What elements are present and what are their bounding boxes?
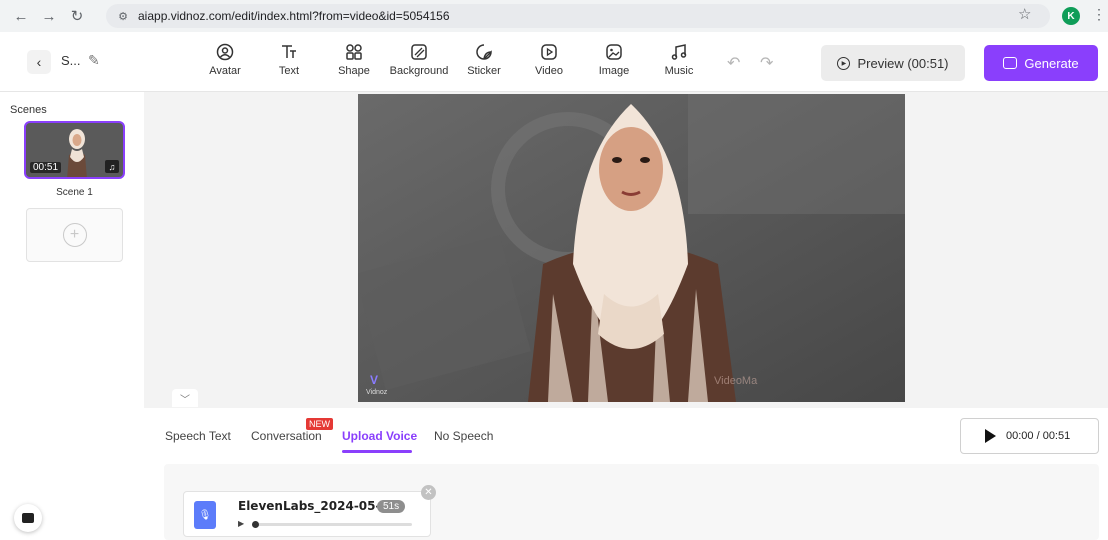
voice-play-icon[interactable]: ▶	[238, 519, 244, 528]
profile-avatar[interactable]: K	[1062, 7, 1080, 25]
scene-thumbnail[interactable]: 00:51 ♫	[24, 121, 125, 179]
tool-label: Image	[598, 65, 630, 77]
generate-button[interactable]: Generate	[984, 45, 1098, 81]
browser-menu-icon[interactable]: ⋮	[1092, 6, 1106, 23]
redo-icon[interactable]: ↷	[760, 53, 773, 73]
add-scene-button[interactable]: +	[26, 208, 123, 262]
tool-image[interactable]: Image	[582, 42, 646, 77]
voice-progress-bar[interactable]	[252, 521, 412, 528]
generate-label: Generate	[1024, 55, 1079, 71]
play-icon[interactable]	[985, 429, 996, 443]
play-circle-icon: ▶	[837, 56, 851, 70]
svg-text:VideoMa: VideoMa	[714, 375, 758, 387]
voice-duration-badge: 51s	[377, 500, 406, 513]
sticker-icon	[474, 42, 494, 62]
scenes-panel: Scenes 00:51 ♫ Scene 1 +	[0, 92, 144, 540]
progress-knob[interactable]	[252, 521, 259, 528]
active-tab-indicator	[342, 450, 412, 453]
preview-label: Preview (00:51)	[857, 55, 949, 71]
tool-label: Sticker	[467, 65, 501, 77]
preview-button[interactable]: ▶ Preview (00:51)	[821, 45, 965, 81]
tool-music[interactable]: Music	[647, 42, 711, 77]
avatar-scene-image: V VideoMa	[358, 94, 905, 402]
video-canvas[interactable]: V VideoMa Vidnoz	[358, 94, 905, 402]
site-info-icon[interactable]: ⚙	[116, 9, 130, 23]
chat-support-button[interactable]	[14, 504, 42, 532]
back-arrow-icon[interactable]: ←	[10, 5, 32, 27]
remove-voice-icon[interactable]: ✕	[421, 485, 436, 500]
project-name[interactable]: S...	[61, 53, 81, 68]
reload-icon[interactable]: ↻	[66, 5, 88, 27]
tool-label: Music	[664, 65, 694, 77]
image-icon	[604, 42, 624, 62]
shape-icon	[344, 42, 364, 62]
bookmark-star-icon[interactable]: ☆	[1018, 5, 1031, 23]
speech-panel: Speech Text Conversation NEW Upload Voic…	[151, 408, 1108, 540]
voice-upload-area[interactable]: 🎙 ElevenLabs_2024-05-3... 51s ▶	[164, 464, 1099, 540]
scene-avatar-preview	[67, 129, 87, 177]
tool-label: Text	[278, 65, 300, 77]
tab-no-speech[interactable]: No Speech	[434, 429, 493, 443]
audio-player[interactable]: 00:00 / 00:51	[960, 418, 1099, 454]
vidnoz-watermark: Vidnoz	[366, 389, 388, 396]
editor-toolbar: ‹ S... ✎ Avatar Text Shape Background St…	[0, 32, 1108, 92]
generate-icon	[1003, 57, 1018, 69]
tool-avatar[interactable]: Avatar	[193, 42, 257, 77]
browser-bar: ← → ↻ ⚙ aiapp.vidnoz.com/edit/index.html…	[0, 0, 1108, 32]
video-icon	[539, 42, 559, 62]
background-icon	[409, 42, 429, 62]
chevron-down-icon: ﹀	[180, 394, 190, 406]
tool-label: Video	[535, 65, 563, 77]
player-time: 00:00 / 00:51	[1006, 430, 1071, 442]
edit-pencil-icon[interactable]: ✎	[88, 52, 100, 69]
tool-label: Shape	[338, 65, 370, 77]
music-note-icon: ♫	[105, 160, 119, 173]
tool-text[interactable]: Text	[257, 42, 321, 77]
scene-label: Scene 1	[56, 187, 93, 198]
undo-icon[interactable]: ↶	[727, 53, 740, 73]
tab-conversation[interactable]: Conversation	[251, 429, 322, 443]
canvas-area: V VideoMa Vidnoz ﹀	[144, 92, 1108, 408]
back-button[interactable]: ‹	[27, 50, 51, 74]
tool-shape[interactable]: Shape	[322, 42, 386, 77]
forward-arrow-icon[interactable]: →	[38, 5, 60, 27]
music-icon	[669, 42, 689, 62]
new-badge: NEW	[306, 418, 333, 430]
tab-upload-voice[interactable]: Upload Voice	[342, 429, 417, 443]
collapse-panel-button[interactable]: ﹀	[172, 389, 198, 407]
tool-video[interactable]: Video	[517, 42, 581, 77]
avatar-icon	[215, 42, 235, 62]
voice-file-card[interactable]: 🎙 ElevenLabs_2024-05-3... 51s ▶	[183, 491, 431, 537]
chat-icon	[22, 513, 34, 523]
tool-label: Background	[389, 65, 449, 77]
svg-text:V: V	[370, 373, 378, 387]
scene-duration: 00:51	[30, 162, 62, 173]
plus-icon: +	[62, 223, 87, 247]
tool-label: Avatar	[209, 65, 241, 77]
address-bar[interactable]: ⚙ aiapp.vidnoz.com/edit/index.html?from=…	[106, 4, 1050, 28]
text-icon	[279, 42, 299, 62]
audio-file-icon: 🎙	[194, 501, 216, 529]
scenes-title: Scenes	[10, 104, 47, 116]
url-text: aiapp.vidnoz.com/edit/index.html?from=vi…	[138, 9, 450, 23]
tool-sticker[interactable]: Sticker	[452, 42, 516, 77]
tool-background[interactable]: Background	[387, 42, 451, 77]
tab-speech-text[interactable]: Speech Text	[165, 429, 231, 443]
